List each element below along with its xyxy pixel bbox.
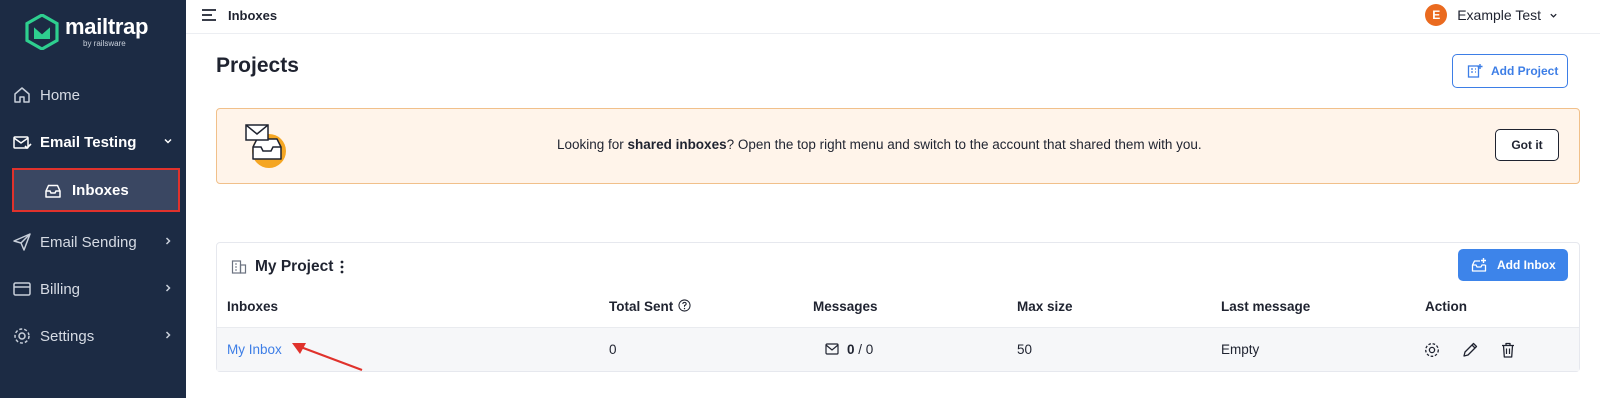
account-menu[interactable]: E Example Test	[1425, 4, 1558, 26]
billing-icon	[13, 282, 31, 296]
gear-icon	[14, 328, 30, 344]
chevron-down-icon	[164, 138, 172, 144]
envelope-icon	[825, 343, 839, 355]
sidebar-item-home[interactable]: Home	[0, 75, 186, 115]
inbox-settings-icon[interactable]	[1423, 341, 1441, 359]
column-header-max-size: Max size	[1017, 299, 1073, 314]
avatar: E	[1425, 4, 1448, 26]
inbox-link[interactable]: My Inbox	[227, 342, 282, 357]
sidebar-item-label: Settings	[40, 327, 95, 345]
table-row: My Inbox 0 0 / 0 50 Empty	[217, 327, 1579, 371]
total-sent-value: 0	[609, 342, 617, 357]
add-project-label: Add Project	[1491, 64, 1559, 78]
trash-icon[interactable]	[1499, 341, 1517, 359]
sidebar-item-inboxes[interactable]: Inboxes	[12, 168, 180, 212]
edit-pencil-icon[interactable]	[1461, 341, 1479, 359]
page-title: Projects	[216, 54, 299, 77]
brand-subtitle: by railsware	[83, 39, 126, 48]
got-it-button[interactable]: Got it	[1495, 129, 1559, 161]
chevron-right-icon	[165, 331, 171, 339]
last-message-value: Empty	[1221, 342, 1260, 357]
column-header-total-sent: Total Sent	[609, 299, 691, 314]
chevron-right-icon	[165, 237, 171, 245]
project-name: My Project	[255, 258, 334, 275]
sidebar: mailtrap by railsware Home Email Testing…	[0, 0, 186, 398]
project-card: My Project Add Inbox Inboxes Total Sent …	[216, 242, 1580, 372]
column-header-action: Action	[1425, 299, 1467, 314]
shared-inbox-illustration	[245, 124, 286, 168]
send-icon	[13, 233, 31, 251]
sidebar-item-settings[interactable]: Settings	[0, 316, 186, 356]
column-header-inboxes: Inboxes	[227, 299, 279, 314]
top-bar: Inboxes E Example Test	[186, 0, 1600, 34]
menu-toggle-icon[interactable]	[201, 8, 217, 22]
max-size-value: 50	[1017, 342, 1033, 357]
chevron-down-icon	[1550, 13, 1557, 18]
page-breadcrumb: Inboxes	[228, 8, 278, 23]
banner-message: Looking for shared inboxes? Open the top…	[557, 137, 1202, 152]
sidebar-item-label: Billing	[40, 280, 81, 298]
project-menu-icon[interactable]	[337, 259, 347, 275]
home-icon	[14, 87, 30, 103]
sidebar-item-label: Email Testing	[40, 133, 137, 151]
chevron-right-icon	[165, 284, 171, 292]
sidebar-item-label: Home	[40, 86, 81, 104]
sidebar-item-label: Inboxes	[72, 182, 129, 199]
shared-inboxes-banner: Looking for shared inboxes? Open the top…	[216, 108, 1580, 184]
email-testing-icon	[13, 136, 32, 150]
column-header-messages: Messages	[813, 299, 878, 314]
add-inbox-icon	[1471, 258, 1487, 272]
sidebar-item-email-testing[interactable]: Email Testing	[0, 122, 186, 162]
sidebar-item-billing[interactable]: Billing	[0, 269, 186, 309]
sidebar-item-email-sending[interactable]: Email Sending	[0, 222, 186, 262]
add-inbox-button[interactable]: Add Inbox	[1458, 249, 1568, 281]
sidebar-item-label: Email Sending	[40, 233, 137, 251]
brand-name: mailtrap	[65, 14, 149, 39]
column-header-last-message: Last message	[1221, 299, 1311, 314]
mailtrap-logo[interactable]: mailtrap by railsware	[25, 14, 148, 50]
add-project-button[interactable]: Add Project	[1452, 54, 1568, 88]
help-icon[interactable]	[678, 299, 691, 312]
user-name: Example Test	[1457, 7, 1541, 23]
inbox-icon	[45, 184, 61, 198]
project-icon	[231, 260, 247, 274]
messages-value: 0 / 0	[825, 342, 873, 357]
add-project-icon	[1467, 64, 1483, 78]
annotation-arrow	[292, 343, 363, 372]
mailtrap-logo-icon	[25, 14, 59, 50]
add-inbox-label: Add Inbox	[1497, 258, 1556, 272]
